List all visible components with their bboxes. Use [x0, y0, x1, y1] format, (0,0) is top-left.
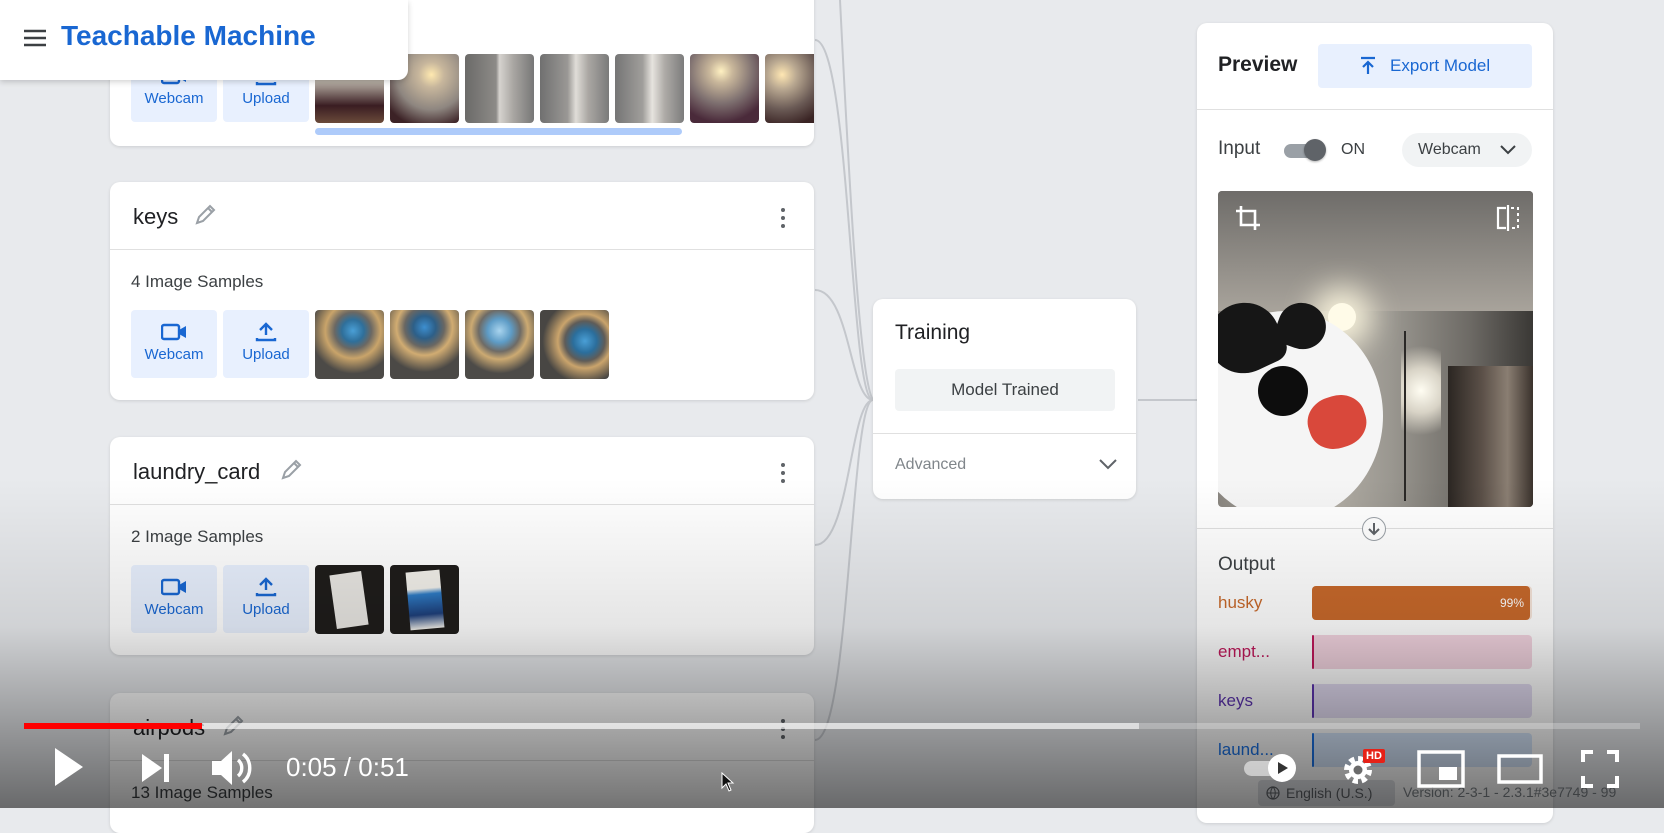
- class-card-laundry: laundry_card 2 Image Samples Webcam Uplo…: [110, 437, 814, 655]
- time-display: 0:05 / 0:51: [286, 752, 409, 783]
- export-label: Export Model: [1390, 56, 1491, 75]
- output-label: husky: [1218, 593, 1263, 612]
- class-name[interactable]: laundry_card: [133, 459, 260, 485]
- webcam-button[interactable]: Webcam: [131, 310, 217, 378]
- menu-icon[interactable]: [23, 28, 47, 48]
- advanced-toggle[interactable]: Advanced: [873, 434, 1136, 499]
- sample-thumbnail[interactable]: [390, 310, 459, 379]
- upload-label: Upload: [242, 346, 290, 363]
- preview-card: Preview Export Model Input ON Webcam Out…: [1197, 23, 1553, 823]
- output-confidence-bar: [1312, 684, 1532, 718]
- expand-output-button[interactable]: [1362, 517, 1386, 541]
- output-title: Output: [1218, 554, 1276, 575]
- source-select-value: Webcam: [1418, 141, 1481, 158]
- upload-button[interactable]: Upload: [223, 310, 309, 378]
- miniplayer-icon[interactable]: [1417, 750, 1465, 788]
- export-model-button[interactable]: Export Model: [1318, 44, 1532, 88]
- preview-divider: [1197, 109, 1553, 110]
- input-source-select[interactable]: Webcam: [1402, 133, 1532, 167]
- output-confidence-fill: [1312, 684, 1315, 718]
- upload-icon: [255, 322, 277, 342]
- autoplay-toggle[interactable]: [1244, 754, 1300, 782]
- sample-thumbnail[interactable]: [315, 310, 384, 379]
- sample-thumbnail[interactable]: [465, 54, 534, 123]
- output-confidence-bar: 99%: [1312, 586, 1532, 620]
- input-toggle[interactable]: [1284, 139, 1326, 161]
- output-confidence-fill: [1312, 733, 1315, 767]
- edit-pencil-icon[interactable]: [278, 457, 304, 483]
- output-confidence-fill: [1312, 586, 1530, 620]
- webcam-preview: [1218, 191, 1533, 507]
- fullscreen-icon[interactable]: [1581, 750, 1619, 788]
- webcam-label: Webcam: [144, 601, 204, 618]
- current-time: 0:05: [286, 752, 337, 782]
- sample-thumbnail[interactable]: [540, 54, 609, 123]
- more-options-icon[interactable]: [780, 463, 786, 483]
- class-header: laundry_card: [110, 437, 814, 505]
- play-icon[interactable]: [52, 745, 86, 789]
- flip-icon[interactable]: [1495, 204, 1521, 232]
- export-icon: [1361, 56, 1375, 74]
- webcam-icon: [161, 578, 186, 596]
- sample-thumbnail[interactable]: [615, 54, 684, 123]
- upload-icon: [255, 577, 277, 597]
- output-label: empt...: [1218, 642, 1270, 661]
- webcam-button[interactable]: Webcam: [131, 565, 217, 633]
- webcam-label: Webcam: [144, 90, 204, 107]
- volume-icon[interactable]: [210, 746, 256, 790]
- arrow-down-icon: [1368, 523, 1380, 536]
- input-label: Input: [1218, 138, 1261, 159]
- sample-thumbnail[interactable]: [390, 565, 459, 634]
- class-card-keys: keys 4 Image Samples Webcam Upload: [110, 182, 814, 400]
- sample-thumbnail[interactable]: [765, 54, 814, 123]
- app-title[interactable]: Teachable Machine: [61, 20, 316, 52]
- preview-title: Preview: [1218, 53, 1298, 76]
- upload-label: Upload: [242, 601, 290, 618]
- sample-count: 2 Image Samples: [131, 527, 264, 546]
- crop-icon[interactable]: [1234, 204, 1262, 232]
- output-confidence-fill: [1312, 635, 1315, 669]
- training-card: Training Model Trained Advanced: [873, 299, 1136, 499]
- chevron-down-icon: [1099, 459, 1117, 470]
- webcam-icon: [161, 323, 186, 341]
- edit-pencil-icon[interactable]: [192, 202, 218, 228]
- globe-icon: [1266, 786, 1280, 800]
- more-options-icon[interactable]: [780, 719, 786, 739]
- thumbnail-scrollbar[interactable]: [315, 128, 682, 135]
- app-header: Teachable Machine: [0, 0, 408, 80]
- theater-mode-icon[interactable]: [1497, 754, 1543, 784]
- progress-bar[interactable]: [24, 723, 1640, 729]
- upload-label: Upload: [242, 90, 290, 107]
- autoplay-play-icon: [1278, 762, 1288, 774]
- model-trained-button[interactable]: Model Trained: [895, 369, 1115, 411]
- hd-badge: HD: [1363, 749, 1385, 763]
- progress-played: [24, 723, 202, 729]
- duration: 0:51: [358, 752, 409, 782]
- sample-thumbnail[interactable]: [690, 54, 759, 123]
- class-name[interactable]: keys: [133, 204, 178, 230]
- sample-thumbnail[interactable]: [465, 310, 534, 379]
- webcam-label: Webcam: [144, 346, 204, 363]
- class-header: keys: [110, 182, 814, 250]
- sample-thumbnail[interactable]: [315, 565, 384, 634]
- output-percent: 99%: [1499, 596, 1524, 610]
- chevron-down-icon: [1500, 145, 1516, 155]
- toggle-state: ON: [1341, 141, 1365, 158]
- next-icon[interactable]: [140, 752, 172, 784]
- output-confidence-bar: [1312, 635, 1532, 669]
- training-title: Training: [895, 321, 971, 344]
- advanced-label: Advanced: [895, 456, 967, 473]
- sample-thumbnail[interactable]: [540, 310, 609, 379]
- upload-button[interactable]: Upload: [223, 565, 309, 633]
- more-options-icon[interactable]: [780, 208, 786, 228]
- time-separator: /: [336, 752, 359, 782]
- sample-count: 4 Image Samples: [131, 272, 264, 291]
- mouse-cursor-icon: [721, 772, 735, 792]
- output-label: keys: [1218, 691, 1253, 710]
